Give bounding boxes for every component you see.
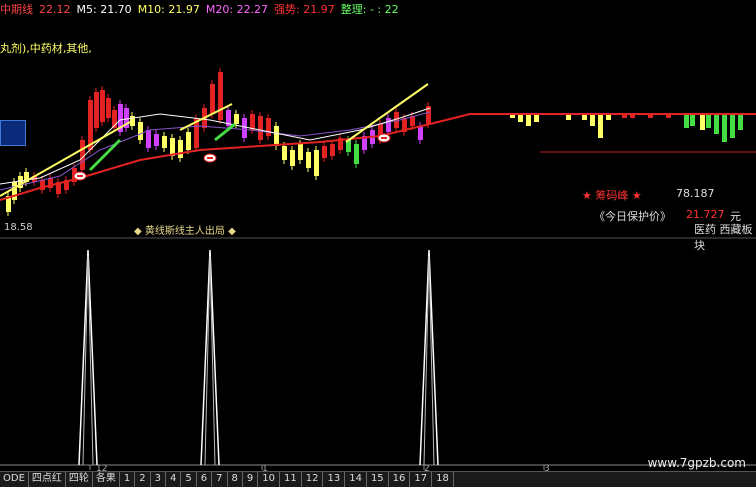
sector-label: 医药 西藏板块: [694, 223, 753, 252]
candle-body-20: [146, 130, 151, 148]
tab-9[interactable]: 6: [197, 472, 213, 487]
candle-body-41: [314, 150, 319, 176]
tab-7[interactable]: 4: [166, 472, 182, 487]
tab-0[interactable]: ODE: [0, 472, 29, 487]
right-candle-13: [684, 114, 689, 128]
chip-peak-row: ★ 筹码峰 ★: [582, 187, 642, 203]
candle-body-35: [266, 118, 271, 136]
tab-21[interactable]: 18: [432, 472, 454, 487]
tab-4[interactable]: 1: [120, 472, 136, 487]
right-candle-6: [590, 114, 595, 126]
right-candle-2: [526, 114, 531, 126]
candle-body-14: [106, 98, 111, 118]
candle-body-36: [274, 126, 279, 146]
candle-body-29: [218, 72, 223, 120]
candle-body-40: [306, 152, 311, 168]
tab-13[interactable]: 10: [258, 472, 280, 487]
signal-title: ◆ 黄线斯线主人出局 ◆: [134, 222, 236, 237]
right-candle-7: [598, 114, 603, 138]
right-candle-17: [714, 114, 719, 134]
candle-body-43: [330, 144, 335, 156]
watermark: www.7gpzb.com: [647, 456, 746, 470]
signal-spike-1: [200, 249, 220, 466]
signal-title-text: 黄线斯线主人出局: [144, 226, 225, 237]
candle-body-1: [12, 182, 17, 200]
price-chart: [0, 68, 756, 470]
tab-20[interactable]: 17: [410, 472, 433, 487]
tab-19[interactable]: 16: [389, 472, 411, 487]
candle-body-21: [154, 134, 159, 146]
star-icon: ★: [582, 189, 592, 202]
candle-body-50: [386, 118, 391, 132]
candle-body-12: [94, 92, 99, 128]
ma-green-segment: [88, 138, 122, 172]
signal-spike-inner-1: [204, 255, 216, 466]
protect-price-label: 《今日保护价》: [594, 210, 671, 223]
star-icon: ★: [631, 189, 642, 202]
right-candle-19: [730, 114, 735, 138]
tab-17[interactable]: 14: [345, 472, 367, 487]
candle-body-24: [178, 140, 183, 158]
tab-11[interactable]: 8: [228, 472, 243, 487]
right-candle-3: [534, 114, 539, 122]
tab-1[interactable]: 四点红: [29, 472, 66, 487]
diamond-icon: ◆: [134, 226, 142, 237]
tab-14[interactable]: 11: [280, 472, 302, 487]
candle-body-32: [242, 118, 247, 138]
chip-peak-value: 78.187: [676, 187, 715, 200]
tab-18[interactable]: 15: [367, 472, 389, 487]
candle-body-38: [290, 150, 295, 166]
protect-price-value: 21.727: [686, 208, 725, 221]
right-candle-16: [706, 114, 711, 128]
candle-body-37: [282, 146, 287, 160]
stock-chart-window: 中期线 22.12 M5: 21.70 M10: 21.97 M20: 22.2…: [0, 0, 756, 487]
candle-body-28: [210, 84, 215, 114]
tab-12[interactable]: 9: [243, 472, 259, 487]
signal-spike-0: [78, 249, 98, 466]
tab-6[interactable]: 3: [151, 472, 167, 487]
right-candle-18: [722, 114, 727, 142]
candle-body-33: [250, 114, 255, 130]
candle-body-13: [100, 90, 105, 122]
ma-green-segment-2: [214, 122, 236, 142]
ma-purple-line: [0, 111, 431, 191]
candle-body-54: [418, 126, 423, 140]
signal-spike-inner-2: [423, 255, 435, 466]
candle-body-31: [234, 114, 239, 124]
right-candle-14: [690, 114, 695, 126]
candle-body-25: [186, 132, 191, 150]
low-price-label: 18.58: [4, 222, 33, 233]
diamond-icon: ◆: [228, 226, 236, 237]
signal-spike-inner-0: [82, 255, 94, 466]
candle-body-42: [322, 146, 327, 158]
tab-2[interactable]: 四轮: [66, 472, 93, 487]
candle-body-10: [80, 140, 85, 170]
candle-body-22: [162, 136, 167, 148]
signal-spike-2: [419, 249, 439, 466]
right-candle-20: [738, 114, 743, 130]
tab-5[interactable]: 2: [135, 472, 151, 487]
chip-peak-label: 筹码峰: [595, 189, 629, 202]
candle-body-34: [258, 116, 263, 140]
tab-15[interactable]: 12: [302, 472, 324, 487]
tab-16[interactable]: 13: [323, 472, 346, 487]
right-candle-15: [700, 114, 705, 130]
bottom-tab-bar: ODE 四点红 四轮 各果 1 2 3 4 5 6 7 8 9 10 11 12 13 14 15 16 17 18: [0, 471, 756, 487]
candle-body-19: [138, 122, 143, 140]
tab-3[interactable]: 各果: [93, 472, 120, 487]
tab-10[interactable]: 7: [212, 472, 228, 487]
candle-body-46: [354, 144, 359, 164]
candle-body-39: [298, 144, 303, 160]
right-candle-1: [518, 114, 523, 122]
tab-8[interactable]: 5: [181, 472, 197, 487]
